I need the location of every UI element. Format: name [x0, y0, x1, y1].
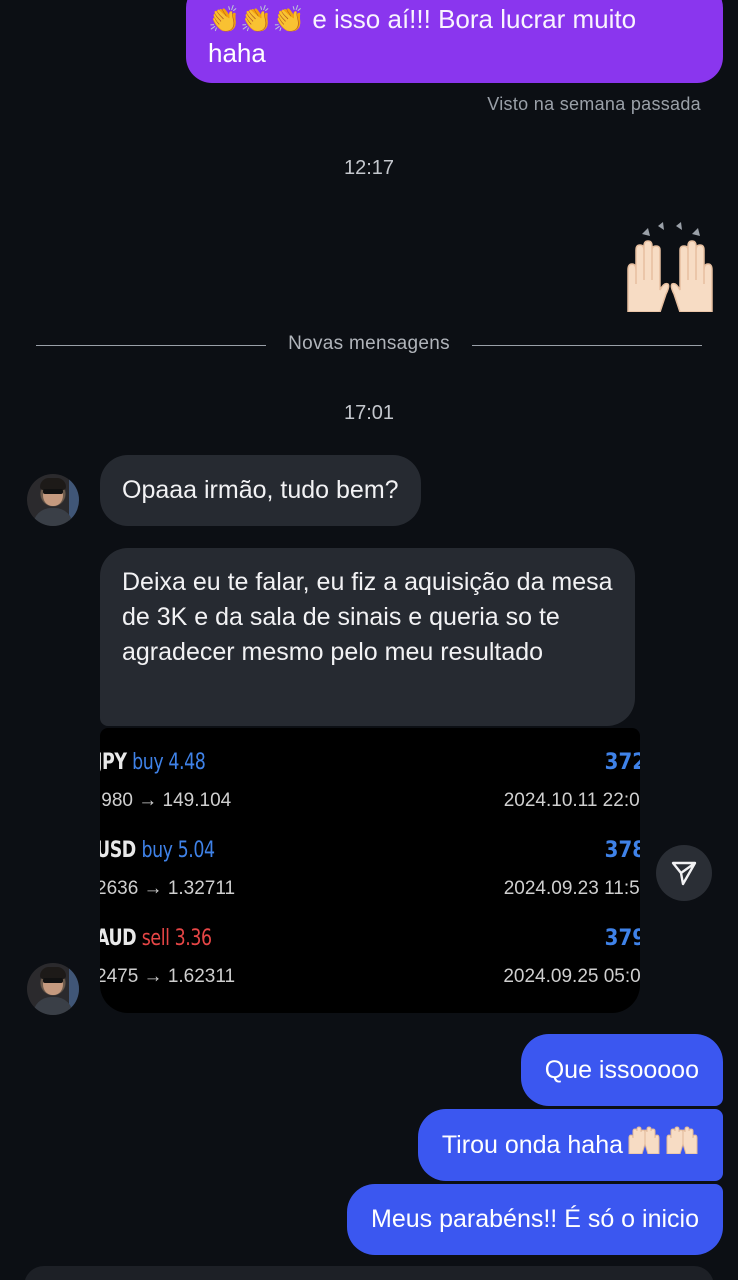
- trade-date: 2024.10.11 22:0(: [503, 790, 640, 811]
- incoming-message[interactable]: Opaaa irmão, tudo bem?: [100, 455, 421, 526]
- message-text-line1: 👏👏👏 e isso aí!!! Bora lucrar muito: [208, 4, 637, 34]
- trade-prices: .980 → 149.104: [100, 790, 232, 811]
- trade-prices: 2636 → 1.32711: [100, 878, 236, 899]
- seen-status: Visto na semana passada: [487, 94, 701, 114]
- trade-direction: sell 3.36: [141, 926, 212, 951]
- outgoing-message-purple[interactable]: 👏👏👏 e isso aí!!! Bora lucrar muito haha: [186, 0, 723, 83]
- trade-profit: 372: [604, 750, 640, 775]
- message-composer[interactable]: [24, 1266, 714, 1280]
- trade-results-image[interactable]: JPY buy 4.48 372 .980 → 149.104 2024.10.…: [100, 728, 640, 1013]
- trade-row: AUD sell 3.36 379 2475 → 1.62311 2024.09…: [100, 918, 640, 998]
- raising-hands-emoji-icon: [625, 1110, 699, 1182]
- contact-avatar[interactable]: [27, 474, 79, 526]
- outgoing-message[interactable]: Tirou onda haha: [417, 1109, 723, 1182]
- incoming-message[interactable]: Deixa eu te falar, eu fiz a aquisição da…: [100, 548, 635, 726]
- new-messages-divider-label: Novas mensagens: [288, 333, 450, 354]
- trade-date: 2024.09.25 05:0!: [503, 966, 640, 987]
- trade-date: 2024.09.23 11:5(: [503, 878, 640, 899]
- trade-row: USD buy 5.04 378 2636 → 1.32711 2024.09.…: [100, 830, 640, 910]
- trade-direction: buy 4.48: [132, 750, 206, 775]
- trade-profit: 379: [604, 926, 640, 951]
- trade-prices: 2475 → 1.62311: [100, 966, 236, 987]
- trade-profit: 378: [604, 838, 640, 863]
- divider-line-right: [472, 345, 702, 346]
- trade-symbol: AUD sell 3.36: [100, 926, 212, 951]
- raising-hands-emoji-icon[interactable]: [620, 220, 720, 313]
- trade-row: JPY buy 4.48 372 .980 → 149.104 2024.10.…: [100, 742, 640, 822]
- outgoing-message[interactable]: Meus parabéns!! É só o inicio: [347, 1184, 723, 1255]
- trade-symbol: JPY buy 4.48: [100, 750, 206, 775]
- message-text: Tirou onda haha: [441, 1131, 623, 1159]
- contact-avatar[interactable]: [27, 963, 79, 1015]
- timestamp: 17:01: [343, 402, 395, 424]
- trade-symbol: USD buy 5.04: [100, 838, 215, 863]
- outgoing-message[interactable]: Que issooooo: [520, 1034, 723, 1106]
- timestamp: 12:17: [343, 157, 395, 179]
- trade-direction: buy 5.04: [141, 838, 215, 863]
- message-text-line2: haha: [208, 38, 266, 68]
- send-arrow-icon: [671, 861, 697, 886]
- share-button[interactable]: [656, 845, 712, 901]
